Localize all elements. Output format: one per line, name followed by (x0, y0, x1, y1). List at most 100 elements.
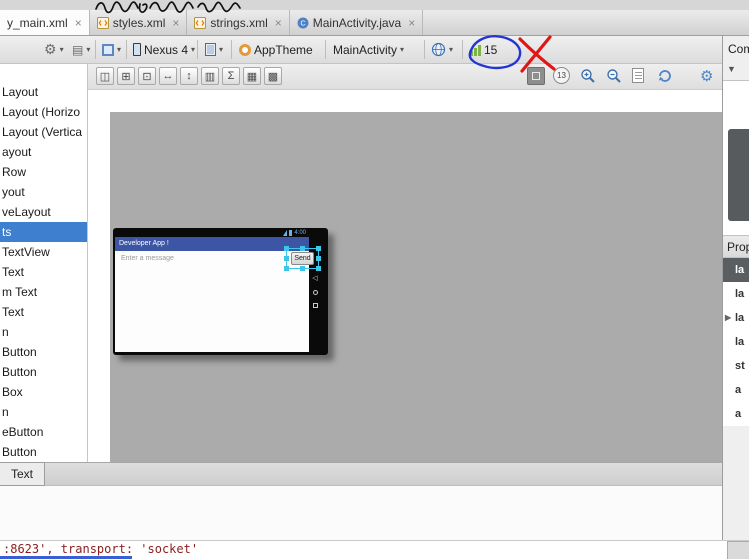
selection-handle[interactable] (284, 266, 289, 271)
property-row[interactable]: a (723, 378, 749, 402)
property-row[interactable]: a (723, 402, 749, 426)
close-icon[interactable]: × (172, 16, 179, 30)
property-row[interactable]: la (723, 258, 749, 282)
designer-settings-button[interactable]: ⚙ (700, 67, 713, 85)
palette-item-list: Layout Layout (Horizo Layout (Vertica ay… (0, 82, 87, 462)
palette-item[interactable]: Button (0, 362, 87, 382)
canvas-option-icon[interactable]: ↕ (180, 67, 198, 85)
tab-styles-xml[interactable]: styles.xml × (90, 10, 188, 35)
expand-arrow-icon[interactable]: ▶ (725, 306, 731, 330)
refresh-button[interactable] (656, 67, 673, 87)
device-picker[interactable]: Nexus 4 ▾ (133, 36, 195, 63)
palette-item[interactable]: ayout (0, 142, 87, 162)
property-row[interactable]: ▶ la (723, 306, 749, 330)
canvas-option-icon[interactable]: ↔ (159, 67, 177, 85)
theme-label: AppTheme (254, 42, 313, 57)
zoom-in-button[interactable] (580, 68, 596, 87)
palette-item[interactable]: Layout (0, 82, 87, 102)
canvas-option-icon[interactable]: ◫ (96, 67, 114, 85)
toolbar-separator (325, 40, 326, 59)
dropdown-caret-icon: ▾ (449, 45, 454, 54)
close-icon[interactable]: × (275, 16, 282, 30)
orientation-picker[interactable]: ▾ (205, 36, 223, 63)
dropdown-icon[interactable]: ▼ (727, 64, 736, 74)
editor-tab-bar: y_main.xml × styles.xml × strings.xml × … (0, 10, 749, 36)
property-row[interactable]: la (723, 330, 749, 354)
toolbar-separator (95, 40, 96, 59)
battery-icon (289, 230, 293, 236)
canvas-option-icon[interactable]: ▦ (243, 67, 261, 85)
api-level-icon (470, 44, 481, 56)
console-panel[interactable] (0, 486, 749, 541)
panel-icon: ▤ (72, 42, 84, 57)
dropdown-caret-icon: ▾ (191, 45, 196, 54)
dropdown-caret-icon: ▾ (219, 45, 224, 54)
property-row[interactable]: st (723, 354, 749, 378)
status-clock: 4:00 (294, 230, 306, 236)
api-version-picker[interactable]: 15 (470, 36, 497, 63)
palette-item[interactable]: Button (0, 342, 87, 362)
component-tree[interactable] (723, 80, 749, 236)
selection-handle[interactable] (300, 266, 305, 271)
class-file-icon: C (297, 17, 309, 28)
toolbar-separator (126, 40, 127, 59)
palette-item[interactable]: Row (0, 162, 87, 182)
zoom-out-button[interactable] (606, 68, 622, 87)
navigation-bar: ◁ (309, 228, 321, 355)
canvas-option-icon[interactable]: ⊞ (117, 67, 135, 85)
palette-item[interactable]: Layout (Vertica (0, 122, 87, 142)
selection-handle[interactable] (284, 246, 289, 251)
zoom-real-size-button[interactable] (527, 67, 545, 85)
tab-strings-xml[interactable]: strings.xml × (187, 10, 290, 35)
component-tree-selection[interactable] (728, 129, 749, 221)
globe-icon (431, 42, 446, 57)
palette-item[interactable]: Button (0, 442, 87, 462)
close-icon[interactable]: × (408, 16, 415, 30)
palette-item[interactable]: TextView (0, 242, 87, 262)
property-row[interactable]: la (723, 282, 749, 306)
canvas-option-icon[interactable]: ▩ (264, 67, 282, 85)
zoom-level-badge[interactable]: 13 (553, 67, 570, 84)
close-icon[interactable]: × (75, 16, 82, 30)
selection-handle[interactable] (300, 246, 305, 251)
editor-mode-strip (0, 462, 749, 486)
dropdown-caret-icon: ▾ (86, 45, 91, 54)
resize-grip[interactable] (727, 541, 749, 559)
canvas-option-buttons: ◫ ⊞ ⊡ ↔ ↕ ▥ Σ ▦ ▩ (96, 67, 282, 85)
theme-picker[interactable]: AppTheme (239, 36, 313, 63)
zoom-out-icon (607, 69, 621, 83)
palette-panel: Layout Layout (Horizo Layout (Vertica ay… (0, 64, 88, 462)
palette-item[interactable]: Box (0, 382, 87, 402)
configuration-picker[interactable]: ▾ (102, 36, 121, 63)
device-preview[interactable]: 4:00 Developer App ! Enter a message Sen… (113, 228, 328, 355)
palette-item[interactable]: n (0, 322, 87, 342)
tab-activity-main-xml[interactable]: y_main.xml × (0, 10, 90, 35)
tab-mainactivity-java[interactable]: C MainActivity.java × (290, 10, 424, 35)
activity-picker[interactable]: MainActivity ▾ (333, 36, 404, 63)
selection-handle[interactable] (284, 256, 289, 261)
palette-item[interactable]: eButton (0, 422, 87, 442)
editor-settings-button[interactable]: ⚙ ▾ (44, 36, 64, 63)
palette-item[interactable]: veLayout (0, 202, 87, 222)
xml-file-icon (96, 16, 109, 29)
configuration-icon (102, 43, 114, 56)
render-options-button[interactable]: ▤ ▾ (72, 36, 90, 63)
palette-item[interactable]: Layout (Horizo (0, 102, 87, 122)
edittext-hint[interactable]: Enter a message (121, 255, 174, 262)
palette-item[interactable]: Text (0, 262, 87, 282)
toolbar-separator (231, 40, 232, 59)
toolbar-separator (197, 40, 198, 59)
canvas-option-icon[interactable]: Σ (222, 67, 240, 85)
canvas-option-icon[interactable]: ⊡ (138, 67, 156, 85)
palette-item[interactable]: yout (0, 182, 87, 202)
palette-item[interactable]: Text (0, 302, 87, 322)
component-tree-title: Com (728, 42, 749, 56)
tab-text-mode[interactable]: Text (0, 462, 45, 486)
device-icon (133, 43, 141, 56)
locale-picker[interactable]: ▾ (431, 36, 453, 63)
palette-item-selected[interactable]: ts (0, 222, 87, 242)
export-image-button[interactable] (632, 68, 644, 83)
palette-item[interactable]: n (0, 402, 87, 422)
palette-item[interactable]: m Text (0, 282, 87, 302)
canvas-option-icon[interactable]: ▥ (201, 67, 219, 85)
